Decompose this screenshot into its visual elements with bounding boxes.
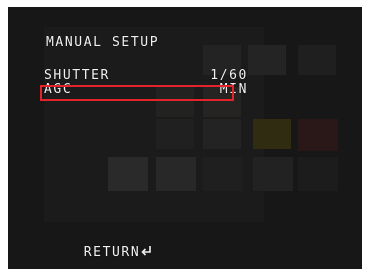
- selection-cursor: [40, 85, 234, 101]
- menu-title: MANUAL SETUP: [46, 35, 160, 50]
- return-label: RETURN: [83, 245, 141, 260]
- return-arrow-icon: [141, 246, 152, 256]
- menu-item-shutter[interactable]: SHUTTER 1/60: [44, 69, 254, 83]
- return-button[interactable]: RETURN: [46, 231, 152, 269]
- shutter-label: SHUTTER: [44, 68, 110, 83]
- shutter-value: 1/60: [210, 68, 248, 83]
- osd-screen: MANUAL SETUP SHUTTER 1/60 AGC MIN RETURN: [8, 7, 362, 269]
